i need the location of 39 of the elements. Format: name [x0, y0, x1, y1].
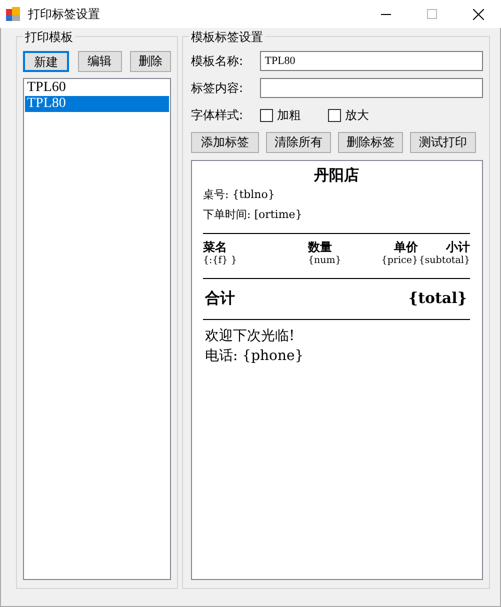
column-value: {num} — [308, 255, 342, 266]
column-value: {price} — [381, 255, 418, 266]
column-value: {:{f} } — [203, 255, 237, 266]
field-label: 字体样式: — [191, 107, 244, 124]
checkbox[interactable] — [260, 108, 273, 122]
group-label: 打印模板 — [23, 28, 75, 46]
field-label: 模板名称: — [191, 53, 244, 70]
toolbar-button[interactable]: 删除 — [130, 51, 171, 72]
preview-field: 下单时间: [ortime} — [203, 205, 470, 225]
preview-footer: 电话: {phone} — [203, 346, 470, 366]
column-header: 小计 — [446, 240, 470, 254]
action-button[interactable]: 测试打印 — [410, 132, 476, 153]
preview-footer: 欢迎下次光临! — [203, 326, 470, 346]
preview-title: 丹阳店 — [312, 165, 360, 185]
column-header: 菜名 — [203, 240, 227, 254]
content-field[interactable] — [260, 78, 483, 98]
window-title: 打印标签设置 — [28, 6, 101, 23]
action-button[interactable]: 清除所有 — [266, 132, 331, 153]
checkbox[interactable] — [328, 108, 341, 122]
column-value: {subtotal} — [418, 255, 470, 266]
checkbox-label: 放大 — [345, 107, 369, 124]
group-label: 模板标签设置 — [189, 28, 265, 46]
preview-field: 桌号: {tblno} — [203, 185, 470, 205]
total-value: {total} — [408, 288, 467, 309]
action-button[interactable]: 添加标签 — [191, 132, 259, 153]
toolbar-button[interactable]: 新建 — [23, 51, 69, 72]
checkbox-label: 加粗 — [277, 107, 301, 124]
list-item[interactable]: TPL60 — [25, 80, 169, 96]
name-field[interactable]: TPL80 — [260, 51, 483, 71]
maximize-icon — [427, 9, 437, 19]
close-icon — [472, 8, 484, 20]
total-label: 合计 — [205, 288, 235, 309]
column-header: 数量 — [308, 240, 332, 254]
action-button[interactable]: 删除标签 — [338, 132, 403, 153]
column-header: 单价 — [394, 240, 418, 254]
toolbar-button[interactable]: 编辑 — [78, 51, 122, 72]
field-label: 标签内容: — [191, 80, 244, 97]
list-item[interactable]: TPL80 — [25, 96, 169, 112]
app-icon — [6, 7, 20, 21]
